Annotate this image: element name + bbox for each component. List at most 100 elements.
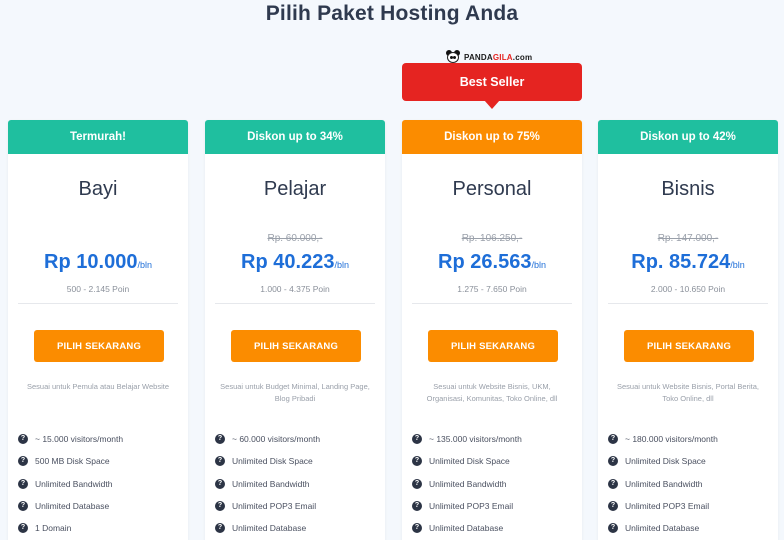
plan-old-price: Rp. 106.250,- (461, 233, 523, 244)
feature-label: Unlimited POP3 Email (232, 501, 317, 512)
plan-points: 1.275 - 7.650 Poin (457, 284, 527, 294)
feature-label: Unlimited Bandwidth (35, 478, 113, 489)
question-circle-icon[interactable]: ? (215, 501, 225, 512)
feature-label: ~ 180.000 visitors/month (625, 434, 718, 445)
plan-points: 500 - 2.145 Poin (66, 284, 130, 294)
feature-label: Unlimited Disk Space (625, 456, 706, 467)
feature-item: ? Unlimited Database (215, 517, 380, 539)
divider (215, 303, 375, 304)
question-circle-icon[interactable]: ? (18, 456, 28, 467)
feature-item: ? ~ 135.000 visitors/month (412, 428, 577, 450)
feature-label: ~ 15.000 visitors/month (35, 434, 124, 445)
feature-item: ? Unlimited Bandwidth (215, 473, 380, 495)
choose-plan-button[interactable]: PILIH SEKARANG (428, 330, 558, 362)
feature-label: Unlimited Bandwidth (232, 478, 310, 489)
plan-feature-list: ? ~ 180.000 visitors/month? Unlimited Disk… (608, 428, 773, 539)
feature-label: Unlimited Database (35, 501, 110, 512)
question-circle-icon[interactable]: ? (18, 523, 28, 534)
question-circle-icon[interactable]: ? (608, 434, 618, 445)
plan-discount-header: Diskon up to 75% (402, 120, 582, 154)
best-seller-badge: Best Seller (402, 63, 582, 101)
question-circle-icon[interactable]: ? (215, 523, 225, 534)
feature-label: Unlimited Database (429, 523, 504, 534)
plan-description: Sesuai untuk Budget Minimal, Landing Pag… (220, 382, 370, 403)
plan-price-unit: /bln (730, 260, 745, 270)
plan-name: Personal (452, 178, 532, 200)
plan-card-bisnis: Diskon up to 42% Bisnis Rp. 147.000,- Rp… (598, 120, 778, 540)
plan-price-amount: Rp 40.223 (241, 251, 335, 273)
feature-label: ~ 135.000 visitors/month (429, 434, 522, 445)
feature-label: Unlimited POP3 Email (429, 501, 514, 512)
feature-item: ? Unlimited Disk Space (215, 450, 380, 472)
choose-plan-button[interactable]: PILIH SEKARANG (624, 330, 754, 362)
question-circle-icon[interactable]: ? (608, 501, 618, 512)
feature-item: ? Unlimited Database (412, 517, 577, 539)
plan-price: Rp 26.563/bln (402, 251, 582, 274)
plan-card-bayi: Termurah! Bayi Rp 10.000/bln 500 - 2.145… (8, 120, 188, 540)
plan-old-price: Rp. 147.000,- (657, 233, 719, 244)
feature-label: Unlimited Bandwidth (429, 478, 507, 489)
plan-points: 1.000 - 4.375 Poin (260, 284, 330, 294)
question-circle-icon[interactable]: ? (412, 523, 422, 534)
plan-price-amount: Rp. 85.724 (631, 251, 731, 273)
plan-discount-header: Diskon up to 34% (205, 120, 385, 154)
plan-price-unit: /bln (334, 260, 349, 270)
plan-name: Pelajar (263, 178, 327, 200)
feature-label: 1 Domain (35, 523, 72, 534)
question-circle-icon[interactable]: ? (18, 478, 28, 489)
feature-label: 500 MB Disk Space (35, 456, 110, 467)
feature-item: ? Unlimited Bandwidth (608, 473, 773, 495)
plan-price-unit: /bln (137, 260, 152, 270)
plan-name: Bayi (78, 178, 118, 200)
question-circle-icon[interactable]: ? (412, 456, 422, 467)
feature-label: Unlimited Database (625, 523, 700, 534)
plan-feature-list: ? ~ 60.000 visitors/month? Unlimited Disk … (215, 428, 380, 539)
plan-discount-header: Diskon up to 42% (598, 120, 778, 154)
divider (18, 303, 178, 304)
feature-item: ? Unlimited Database (608, 517, 773, 539)
page-title: Pilih Paket Hosting Anda (265, 2, 519, 25)
choose-plan-button[interactable]: PILIH SEKARANG (34, 330, 164, 362)
question-circle-icon[interactable]: ? (412, 501, 422, 512)
plan-price: Rp. 85.724/bln (598, 251, 778, 274)
question-circle-icon[interactable]: ? (412, 434, 422, 445)
feature-item: ? Unlimited Bandwidth (18, 473, 183, 495)
plan-feature-list: ? ~ 15.000 visitors/month? 500 MB Disk Spa… (18, 428, 183, 539)
plan-points: 2.000 - 10.650 Poin (650, 284, 726, 294)
divider (608, 303, 768, 304)
question-circle-icon[interactable]: ? (215, 434, 225, 445)
question-circle-icon[interactable]: ? (608, 523, 618, 534)
feature-label: Unlimited Bandwidth (625, 478, 703, 489)
feature-item: ? Unlimited POP3 Email (608, 495, 773, 517)
plan-old-price: Rp. 60.000,- (267, 233, 323, 244)
best-seller-callout: PANDAGILA.com Best Seller (402, 48, 582, 112)
plan-discount-header: Termurah! (8, 120, 188, 154)
feature-label: Unlimited Database (232, 523, 307, 534)
feature-label: Unlimited Disk Space (429, 456, 510, 467)
question-circle-icon[interactable]: ? (412, 478, 422, 489)
plan-price: Rp 10.000/bln (8, 251, 188, 274)
question-circle-icon[interactable]: ? (215, 456, 225, 467)
question-circle-icon[interactable]: ? (608, 456, 618, 467)
feature-item: ? ~ 15.000 visitors/month (18, 428, 183, 450)
plan-price-unit: /bln (531, 260, 546, 270)
feature-item: ? 500 MB Disk Space (18, 450, 183, 472)
question-circle-icon[interactable]: ? (608, 478, 618, 489)
feature-item: ? Unlimited POP3 Email (215, 495, 380, 517)
feature-label: Unlimited Disk Space (232, 456, 313, 467)
feature-item: ? Unlimited Disk Space (608, 450, 773, 472)
plan-card-pelajar: Diskon up to 34% Pelajar Rp. 60.000,- Rp… (205, 120, 385, 540)
plan-description: Sesuai untuk Pemula atau Belajar Website (26, 382, 170, 391)
question-circle-icon[interactable]: ? (215, 478, 225, 489)
plan-price-amount: Rp 10.000 (44, 251, 138, 273)
question-circle-icon[interactable]: ? (18, 501, 28, 512)
feature-item: ? 1 Domain (18, 517, 183, 539)
question-circle-icon[interactable]: ? (18, 434, 28, 445)
choose-plan-button[interactable]: PILIH SEKARANG (231, 330, 361, 362)
feature-item: ? Unlimited Bandwidth (412, 473, 577, 495)
feature-item: ? ~ 180.000 visitors/month (608, 428, 773, 450)
brand-wordmark: PANDAGILA.com (464, 52, 533, 62)
feature-item: ? Unlimited Disk Space (412, 450, 577, 472)
plan-feature-list: ? ~ 135.000 visitors/month? Unlimited Disk… (412, 428, 577, 539)
plan-name: Bisnis (661, 178, 715, 200)
